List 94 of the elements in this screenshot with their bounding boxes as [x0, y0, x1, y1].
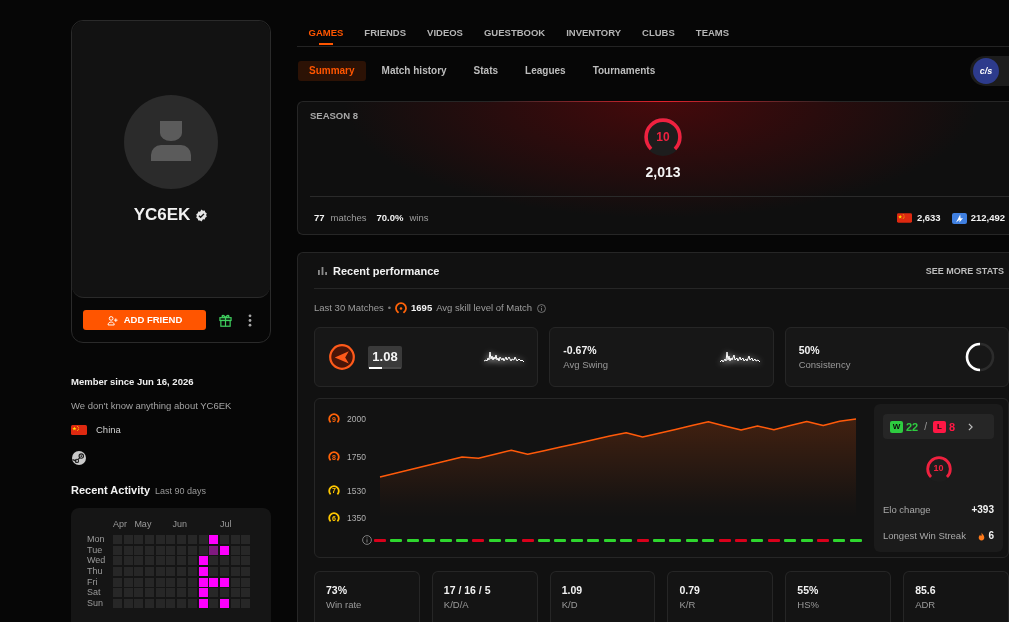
nav-tab[interactable]: FRIENDS	[353, 19, 417, 46]
stat-label: HS%	[797, 599, 819, 611]
chevron-right-icon	[968, 422, 973, 431]
sub-tab[interactable]: Summary	[298, 61, 366, 81]
stat-label: Longest Win Streak	[883, 530, 966, 542]
day-label: Mon	[87, 535, 105, 544]
wins-count: 22	[906, 420, 919, 433]
info-icon[interactable]	[537, 303, 547, 313]
sparkline	[719, 350, 760, 364]
elo-value: 2,013	[645, 164, 681, 180]
flag-icon	[896, 213, 912, 223]
stat-label: K/R	[679, 599, 696, 611]
sub-tab[interactable]: Match history	[370, 61, 458, 81]
win-rate-value: 70.0%	[376, 212, 404, 224]
day-label: Thu	[87, 567, 103, 577]
sub-tab[interactable]: Tournaments	[581, 61, 667, 81]
y-axis-tick-label: 1750	[347, 452, 366, 463]
nav-tab[interactable]: VIDEOS	[416, 19, 474, 46]
nav-tab[interactable]: GUESTBOOK	[473, 19, 556, 46]
stat-label: Avg Swing	[563, 358, 609, 371]
stat-label: Consistency	[798, 358, 851, 371]
win-badge: W	[890, 420, 903, 433]
stat-value: 17 / 16 / 5	[443, 584, 491, 597]
record-separator: /	[924, 420, 928, 433]
region-rank: 212,492	[970, 212, 1005, 224]
wins-label: wins	[409, 212, 429, 224]
y-axis-tick-label: 2000	[347, 414, 366, 424]
fire-icon	[978, 531, 986, 541]
game-selector[interactable]: c/s	[970, 56, 1009, 86]
separator-dot: •	[387, 302, 392, 314]
month-label: Apr	[113, 518, 127, 530]
matches-count: 77	[314, 212, 325, 224]
y-axis-tick-label: 1530	[347, 485, 366, 496]
win-loss-record[interactable]: W 22 / L 8	[883, 414, 994, 439]
sub-tab[interactable]: Stats	[462, 61, 510, 81]
user-plus-icon	[106, 314, 118, 326]
section-subtitle: Last 90 days	[155, 485, 207, 497]
stat-label: K/D/A	[443, 599, 469, 611]
matches-label: matches	[330, 212, 367, 224]
gift-icon[interactable]	[219, 313, 232, 327]
game-logo: c/s	[973, 58, 999, 84]
stat-value: 73%	[326, 584, 347, 597]
nav-tab[interactable]: INVENTORY	[555, 19, 632, 46]
nav-tab[interactable]: CLUBS	[631, 19, 686, 46]
day-label: Sun	[87, 599, 103, 609]
avg-skill-value: 1695	[411, 302, 433, 314]
flag-icon	[71, 425, 87, 435]
y-axis-tick-label: 1350	[347, 513, 366, 523]
gauge-icon	[395, 302, 408, 314]
rating-value: 1.08	[372, 349, 398, 364]
stat-label: K/D	[561, 599, 578, 611]
month-label: May	[134, 518, 152, 530]
stat-value: +393	[971, 504, 994, 516]
stat-value: -0.67%	[563, 343, 598, 357]
season-title: SEASON 8	[310, 110, 359, 122]
day-label: Tue	[87, 545, 103, 555]
avg-skill-label: Avg skill level of Match	[436, 302, 533, 314]
more-options-icon[interactable]	[248, 313, 252, 327]
day-label: Fri	[87, 577, 98, 587]
stat-value: 85.6	[915, 584, 936, 597]
losses-count: 8	[949, 420, 956, 433]
country-rank: 2,633	[916, 212, 941, 224]
skill-level-badge: 10	[925, 456, 952, 482]
stat-value: 6	[988, 530, 994, 542]
stat-value: 1.09	[561, 584, 583, 597]
stat-value: 0.79	[679, 584, 700, 597]
section-title: Recent Activity	[71, 483, 151, 497]
nav-tab[interactable]: TEAMS	[685, 19, 740, 46]
stat-value: 50%	[798, 343, 821, 357]
bar-chart-icon	[318, 266, 327, 275]
stat-label: ADR	[915, 599, 936, 611]
sub-tab[interactable]: Leagues	[514, 61, 577, 81]
arrow-emblem-icon	[329, 344, 355, 370]
about-text: We don't know anything about YC6EK	[71, 400, 232, 412]
day-label: Wed	[87, 556, 106, 566]
stat-label: Win rate	[326, 599, 362, 611]
nav-tab[interactable]: GAMES	[298, 19, 354, 46]
region-rank-icon	[951, 212, 967, 224]
stat-value: 55%	[797, 584, 819, 597]
country-name: China	[96, 424, 121, 436]
info-icon[interactable]	[362, 535, 372, 545]
month-label: Jul	[219, 518, 232, 530]
month-label: Jun	[172, 518, 187, 530]
skill-level-badge: 10	[644, 118, 682, 156]
profile-name: YC6EK	[133, 206, 191, 224]
loss-badge: L	[933, 420, 947, 433]
member-since-text: Member since Jun 16, 2026	[71, 376, 194, 388]
stat-label: Elo change	[883, 504, 931, 516]
matches-range-label: Last 30 Matches	[314, 302, 384, 314]
steam-logo-icon[interactable]	[72, 451, 86, 465]
day-label: Sat	[87, 588, 101, 598]
see-more-stats-link[interactable]: SEE MORE STATS	[925, 264, 1004, 277]
section-title: Recent performance	[333, 263, 440, 278]
sparkline	[484, 350, 525, 364]
